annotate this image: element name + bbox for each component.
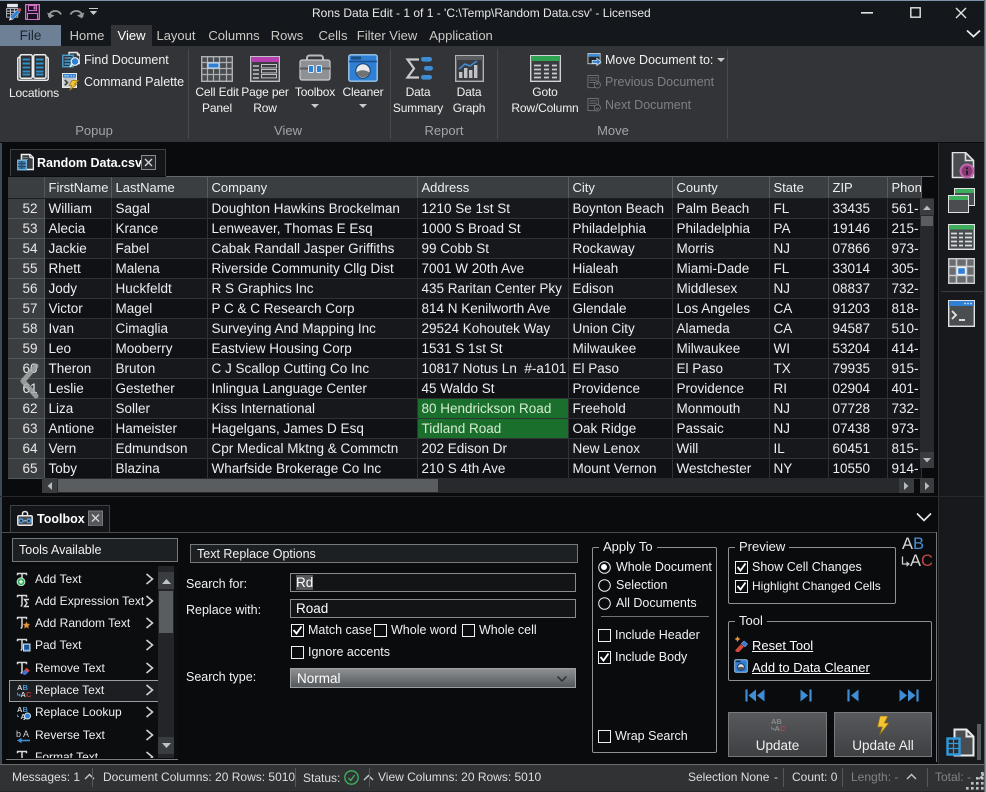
svg-text:A: A <box>23 729 29 739</box>
svg-text:C: C <box>780 724 786 733</box>
svg-text:C: C <box>26 690 32 698</box>
svg-text:b: b <box>16 729 21 739</box>
